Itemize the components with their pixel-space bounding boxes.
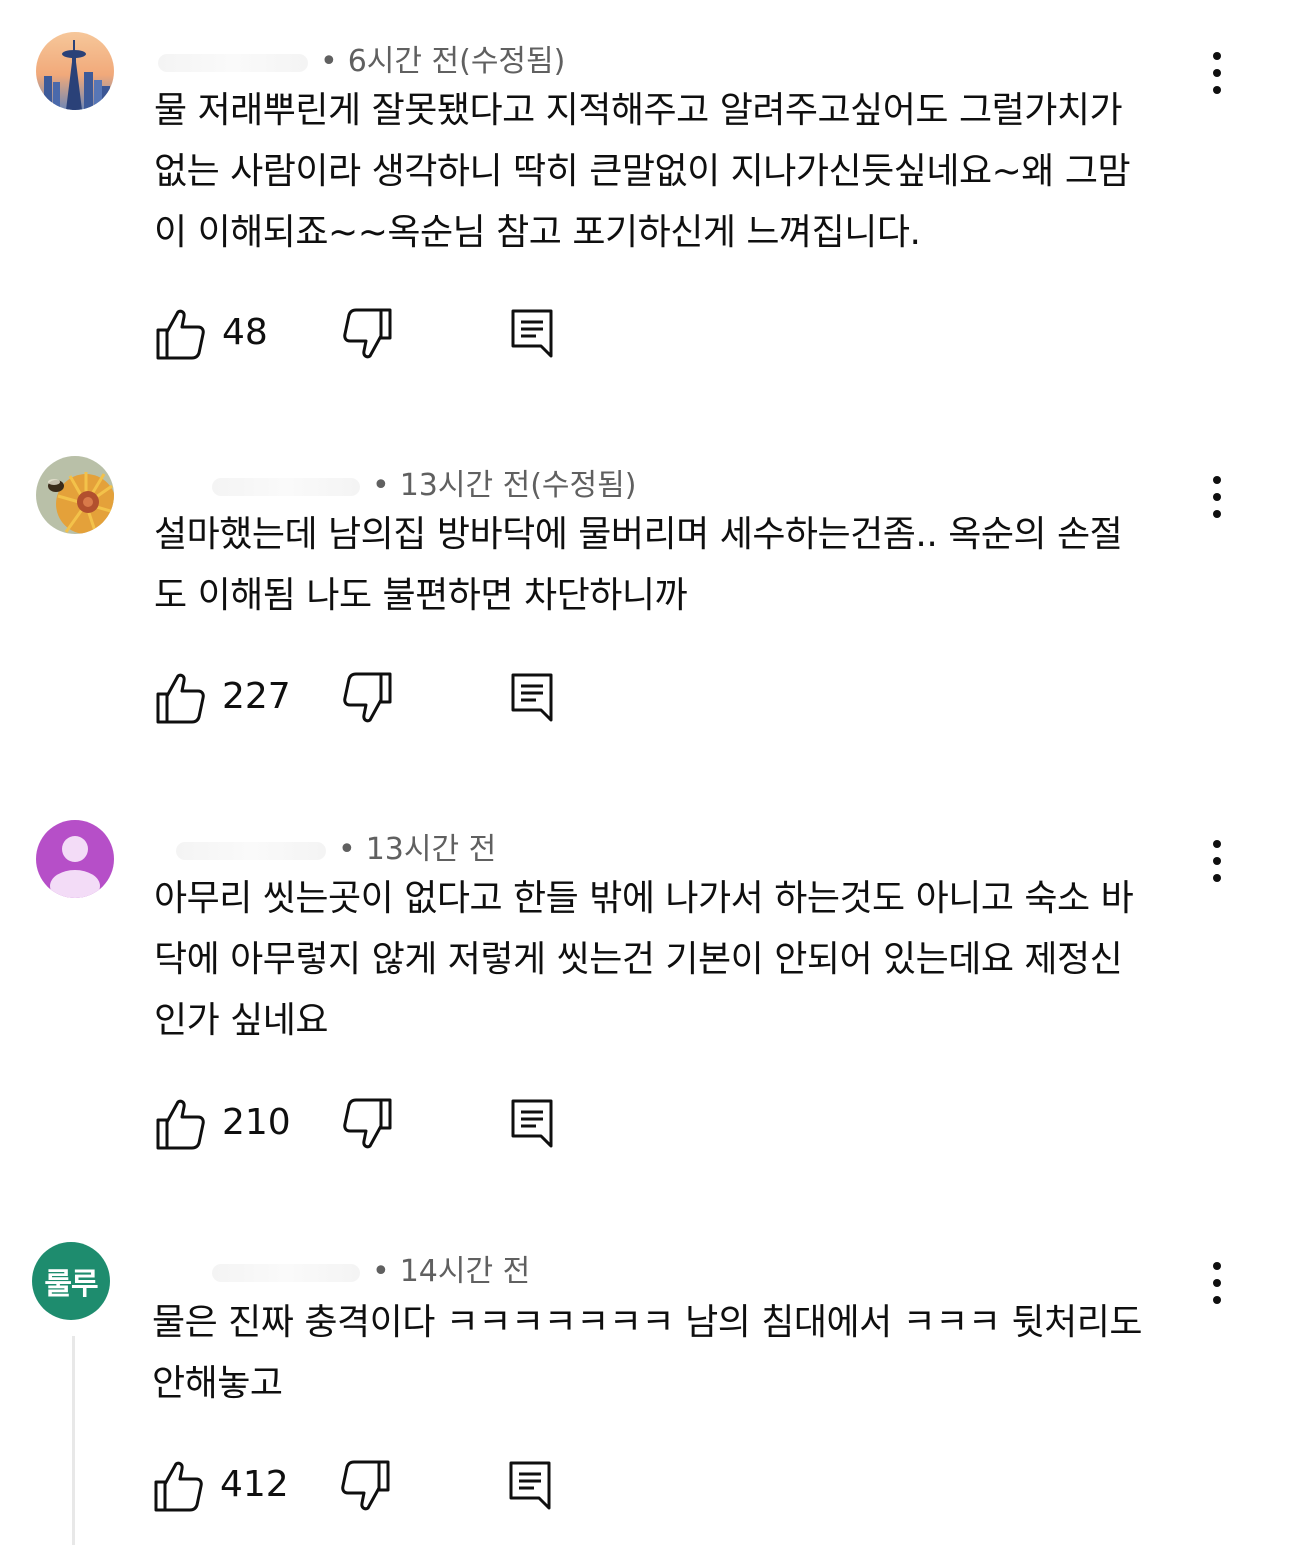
comment-meta: • 14시간 전 xyxy=(212,1246,530,1290)
more-options-button[interactable] xyxy=(1200,472,1234,522)
more-options-button[interactable] xyxy=(1200,1258,1234,1308)
comment-actions: 227 xyxy=(154,670,754,730)
comment-timestamp: 14시간 전 xyxy=(399,1254,531,1289)
user-avatar[interactable] xyxy=(36,32,114,110)
thumbs-down-icon[interactable] xyxy=(340,1458,392,1514)
thumbs-up-icon[interactable] xyxy=(154,306,206,362)
author-name-hidden[interactable] xyxy=(212,477,360,496)
thumbs-down-icon[interactable] xyxy=(342,1096,394,1152)
comment-text: 물은 진짜 충격이다 ㅋㅋㅋㅋㅋㅋㅋ 남의 침대에서 ㅋㅋㅋ 뒷처리도 안해놓고 xyxy=(152,1302,1142,1404)
thumbs-up-icon[interactable] xyxy=(154,670,206,726)
flower-bee-icon xyxy=(36,456,114,534)
like-count: 48 xyxy=(222,312,268,353)
thumbs-up-icon[interactable] xyxy=(152,1458,204,1514)
avatar-initials: 룰루 xyxy=(44,1267,98,1302)
comment-text: 아무리 씻는곳이 없다고 한들 밖에 나가서 하는것도 아니고 숙소 바 닥에 … xyxy=(154,878,1134,1041)
user-avatar[interactable] xyxy=(36,820,114,898)
reply-icon[interactable] xyxy=(510,1098,554,1150)
author-name-hidden[interactable] xyxy=(212,1263,360,1282)
user-avatar[interactable] xyxy=(36,456,114,534)
comment-text: 설마했는데 남의집 방바닥에 물버리며 세수하는건좀.. 옥순의 손절 도 이해… xyxy=(154,514,1123,616)
thumbs-down-icon[interactable] xyxy=(342,306,394,362)
more-options-button[interactable] xyxy=(1200,48,1234,98)
comment-timestamp: 13시간 전(수정됨) xyxy=(399,468,637,503)
author-name-hidden[interactable] xyxy=(158,53,308,72)
default-person-icon xyxy=(50,836,100,898)
user-avatar[interactable]: 룰루 xyxy=(32,1242,110,1320)
thumbs-up-icon[interactable] xyxy=(154,1096,206,1152)
comment-meta: • 13시간 전(수정됨) xyxy=(212,460,636,504)
space-needle-icon xyxy=(36,32,114,110)
reply-icon[interactable] xyxy=(510,672,554,724)
more-options-button[interactable] xyxy=(1200,836,1234,886)
comment-actions: 412 xyxy=(152,1458,752,1518)
comment-timestamp: 6시간 전(수정됨) xyxy=(347,44,566,79)
author-name-hidden[interactable] xyxy=(176,841,326,860)
reply-icon[interactable] xyxy=(508,1460,552,1512)
like-count: 210 xyxy=(222,1102,291,1143)
like-count: 412 xyxy=(220,1464,289,1505)
comment-actions: 210 xyxy=(154,1096,754,1156)
thread-line xyxy=(72,1336,75,1545)
thumbs-down-icon[interactable] xyxy=(342,670,394,726)
like-count: 227 xyxy=(222,676,291,717)
comment-actions: 48 xyxy=(154,306,754,366)
comment-meta: • 6시간 전(수정됨) xyxy=(158,36,565,80)
comment-text: 물 저래뿌린게 잘못됐다고 지적해주고 알려주고싶어도 그럴가치가 없는 사람이… xyxy=(154,90,1131,253)
reply-icon[interactable] xyxy=(510,308,554,360)
comment-timestamp: 13시간 전 xyxy=(365,832,497,867)
comment-meta: • 13시간 전 xyxy=(176,824,496,868)
